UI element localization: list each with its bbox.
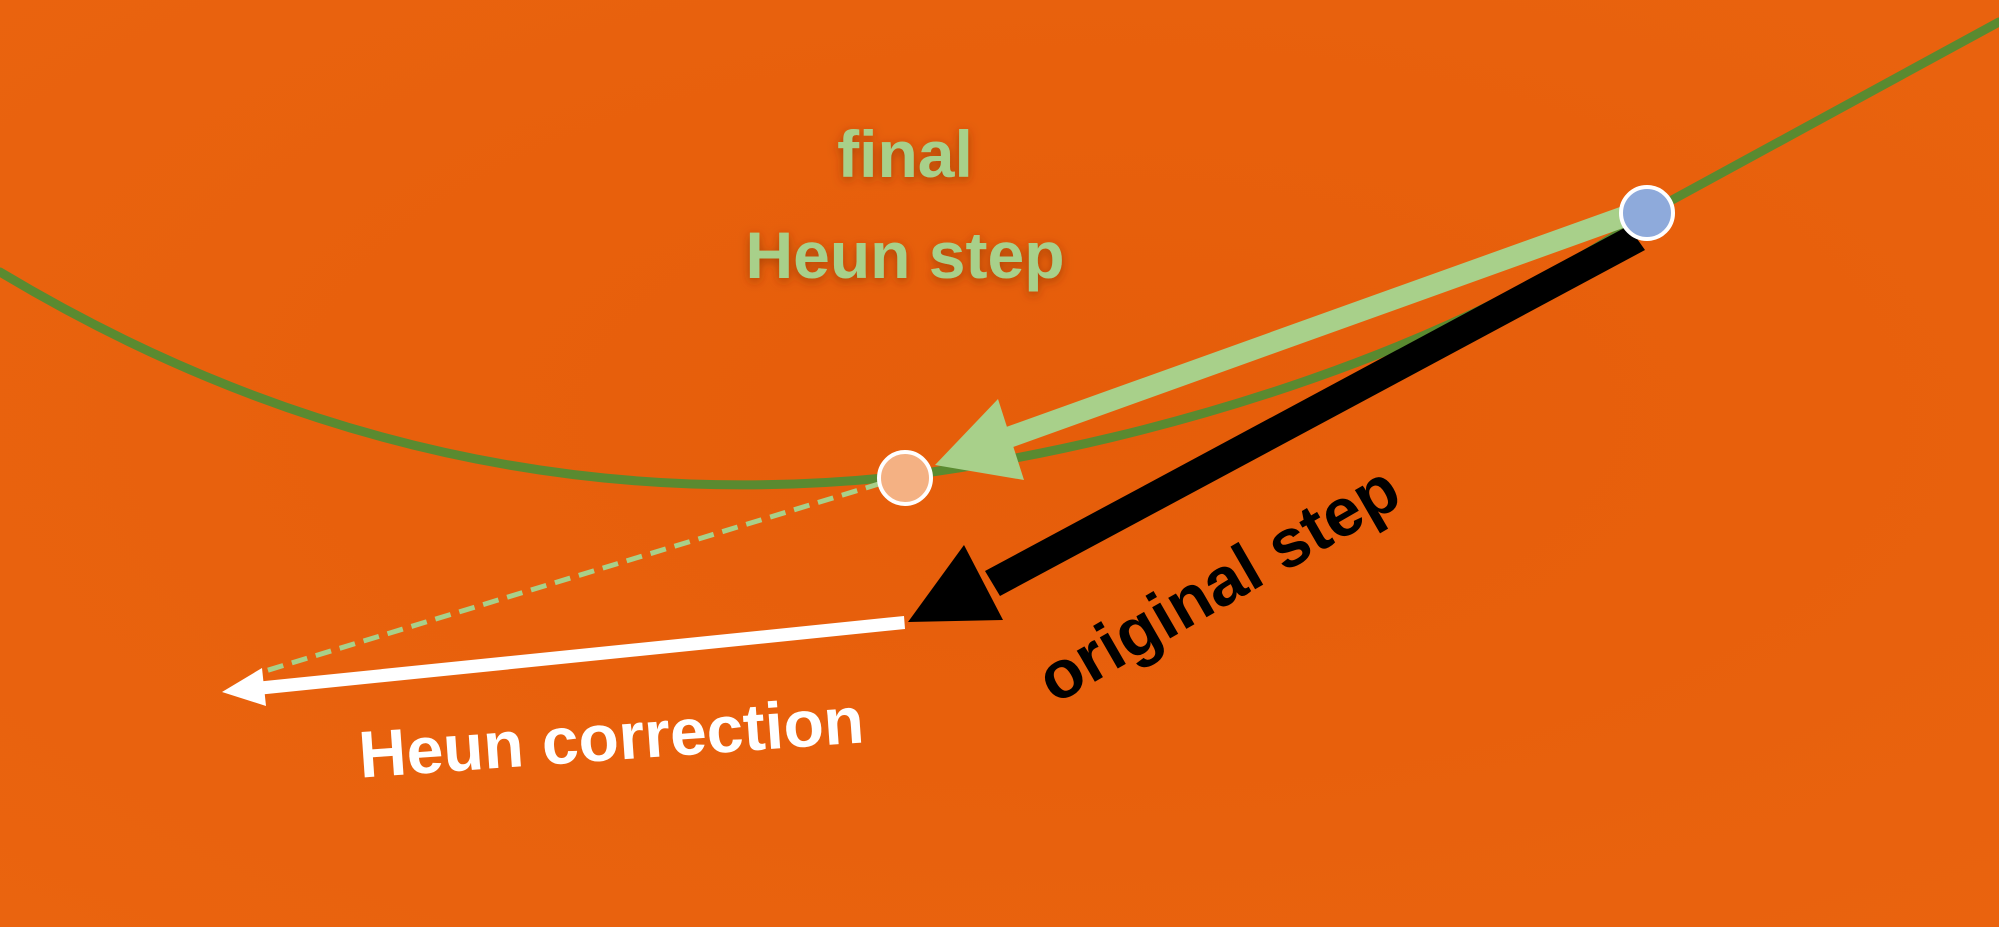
diagram-canvas: final Heun step original step Heun corre… <box>0 0 1999 927</box>
heun-diagram: final Heun step original step Heun corre… <box>0 0 1999 929</box>
final-heun-label-line2: Heun step <box>745 218 1064 292</box>
end-point <box>877 450 933 506</box>
final-heun-label-line1: final <box>837 117 973 191</box>
start-point <box>1619 185 1675 241</box>
